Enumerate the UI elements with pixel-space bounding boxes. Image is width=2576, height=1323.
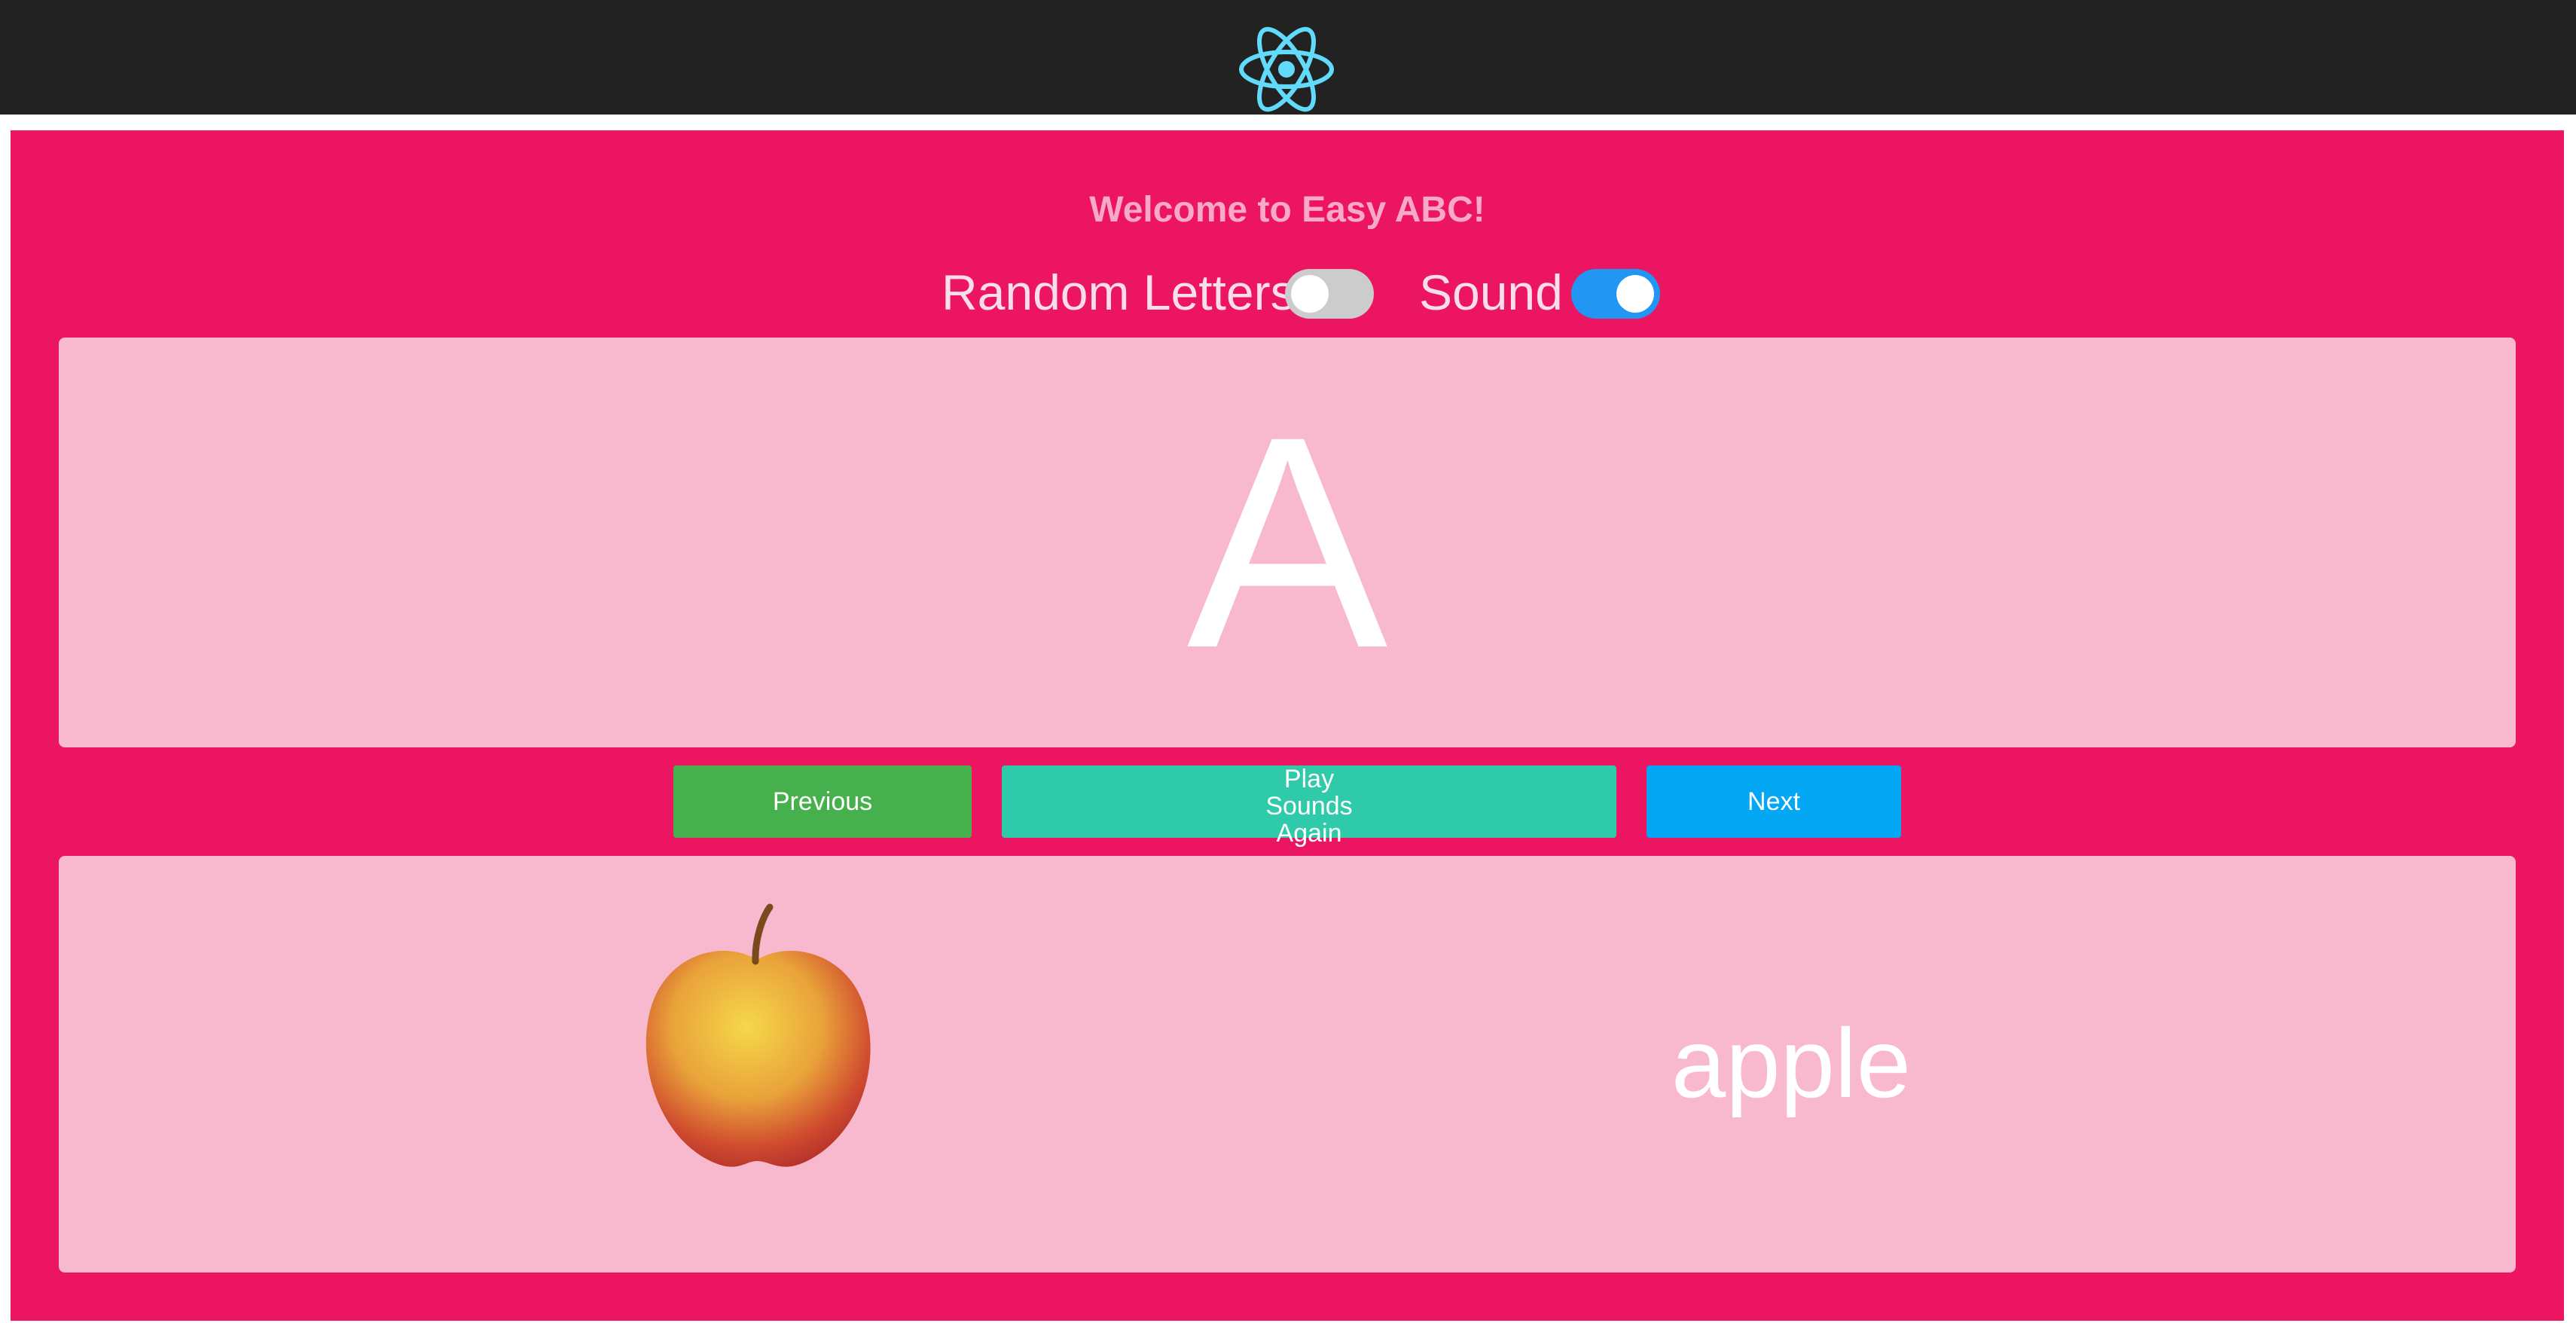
play-sounds-again-button[interactable]: Play Sounds Again (1002, 765, 1616, 847)
current-letter: A (1186, 374, 1388, 710)
top-header (0, 0, 2576, 115)
sound-label: Sound (1419, 264, 1563, 320)
random-letters-toggle[interactable] (1285, 269, 1374, 319)
apple-icon (646, 903, 871, 1167)
random-letters-label: Random Letters (942, 264, 1296, 320)
react-atom-icon (1239, 26, 1334, 112)
sound-toggle[interactable] (1571, 269, 1660, 319)
app-container: Welcome to Easy ABC! Random Letters Soun… (11, 130, 2564, 1321)
toggle-knob (1616, 275, 1654, 313)
word-label: apple (1671, 1008, 1912, 1118)
next-button[interactable]: Next (1647, 765, 1901, 838)
page-title: Welcome to Easy ABC! (1089, 190, 1485, 230)
letter-card: A (59, 338, 2516, 747)
word-card: apple (59, 856, 2516, 1273)
previous-button[interactable]: Previous (673, 765, 972, 838)
toggle-knob (1291, 275, 1329, 313)
play-sounds-again-label: Play Sounds Again (1265, 765, 1353, 848)
